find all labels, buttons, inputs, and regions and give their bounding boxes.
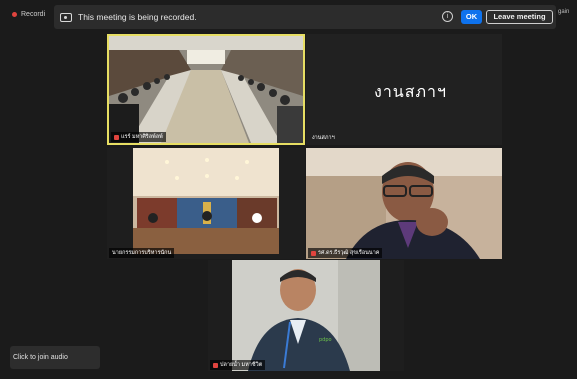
info-icon[interactable]: i [442, 11, 453, 22]
svg-text:pdpo: pdpo [319, 337, 332, 343]
muted-mic-icon [213, 362, 218, 368]
video-tile-off-camera[interactable]: งานสภาฯ งานสภาฯ [306, 34, 502, 145]
participant-name-tag: งานสภาฯ [309, 133, 338, 143]
participant-display-name: งานสภาฯ [374, 82, 448, 101]
video-tile-participant[interactable]: pdpo ปลายน้ำ มหาชีวิต [208, 260, 404, 371]
participant-name: รศ.ดร.ธีรวุฒิ สุขเรือนนาค [318, 250, 380, 256]
recording-banner: This meeting is being recorded. i OK Lea… [54, 5, 556, 29]
speaker-video [306, 148, 502, 259]
conference-room-video [109, 36, 303, 143]
participant-name: นายกรรมการบริหารนักน [112, 250, 172, 256]
participant-name: ปลายน้ำ มหาชีวิต [220, 362, 263, 368]
video-tile-speaker[interactable]: รศ.ดร.ธีรวุฒิ สุขเรือนนาค [306, 148, 502, 259]
leave-meeting-button[interactable]: Leave meeting [486, 10, 553, 24]
participant-name-tag: ปลายน้ำ มหาชีวิต [210, 360, 266, 370]
recording-indicator: Recordi [12, 8, 45, 20]
hall-video [107, 148, 305, 259]
video-tile-hall[interactable]: นายกรรมการบริหารนักน [107, 148, 305, 259]
muted-mic-icon [311, 250, 316, 256]
join-audio-button[interactable]: Click to join audio [10, 346, 100, 369]
participant-name-tag: แรร์ มหาศิริลพ์ลพ์ [111, 132, 166, 142]
video-tile-conference-room[interactable]: แรร์ มหาศิริลพ์ลพ์ [107, 34, 305, 145]
participant-name: แรร์ มหาศิริลพ์ลพ์ [121, 134, 163, 140]
meeting-window: Recordi This meeting is being recorded. … [0, 0, 577, 379]
recording-dot-icon [12, 11, 17, 17]
participant-name: งานสภาฯ [312, 135, 335, 141]
recording-label: Recordi [21, 10, 46, 18]
participant-video: pdpo [208, 260, 404, 371]
top-right-label: gain [558, 9, 570, 15]
recording-message: This meeting is being recorded. [78, 12, 197, 22]
ok-button[interactable]: OK [461, 10, 482, 24]
muted-mic-icon [114, 134, 119, 140]
participant-name-tag: รศ.ดร.ธีรวุฒิ สุขเรือนนาค [308, 248, 383, 258]
participant-name-tag: นายกรรมการบริหารนักน [109, 248, 175, 258]
recording-icon [60, 12, 72, 22]
